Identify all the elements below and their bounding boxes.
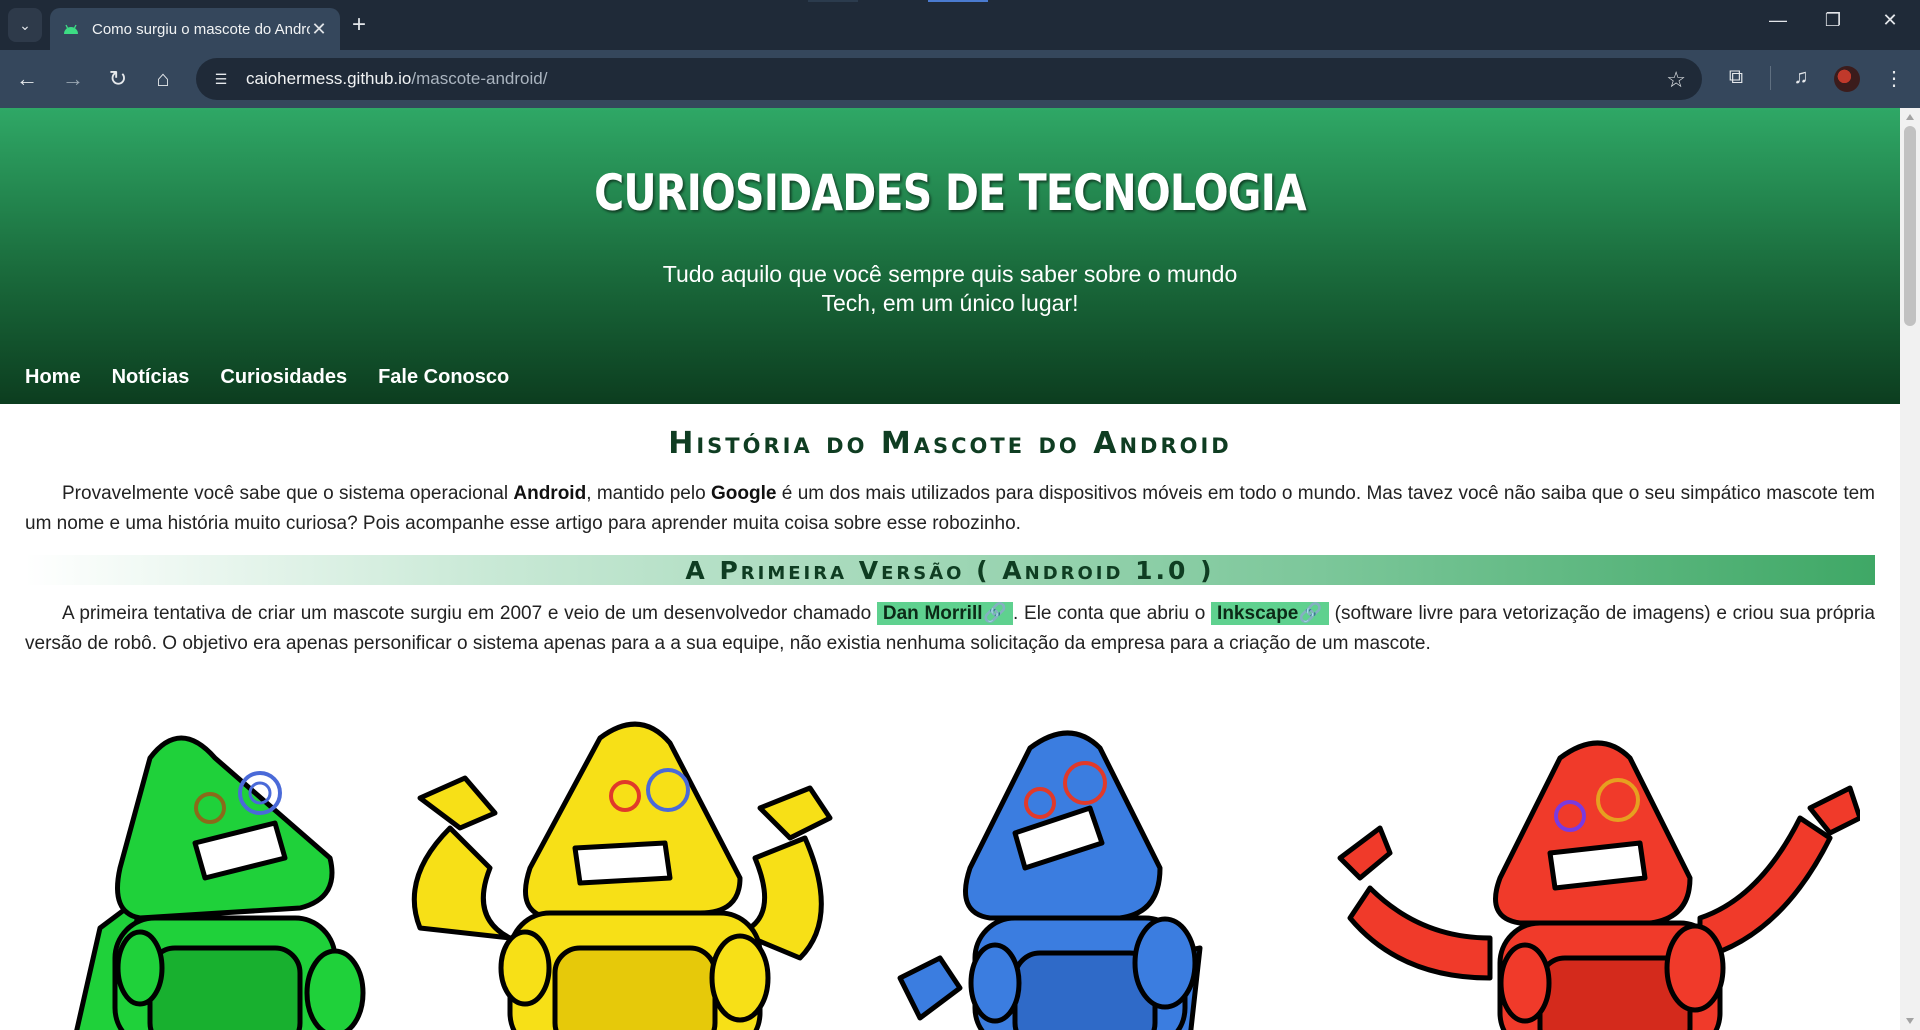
page-viewport: CURIOSIDADES DE TECNOLOGIA Tudo aquilo q… — [0, 108, 1900, 1030]
section-text: A primeira tentativa de criar um mascote… — [62, 603, 877, 624]
robots-illustration — [74, 721, 1860, 1030]
site-title: CURIOSIDADES DE TECNOLOGIA — [594, 164, 1307, 222]
minimize-window-icon[interactable]: — — [1758, 10, 1798, 31]
reload-button[interactable]: ↻ — [103, 64, 133, 94]
restore-window-icon[interactable]: ❐ — [1813, 10, 1853, 31]
tab-title: Como surgiu o mascote do Android — [92, 20, 310, 38]
address-bar[interactable]: ☰ caiohermess.github.io/mascote-android/… — [196, 58, 1702, 100]
inkscape-link[interactable]: Inkscape🔗 — [1211, 602, 1329, 625]
section-heading: A Primeira Versão ( Android 1.0 ) — [685, 555, 1215, 585]
chevron-down-icon: ⌄ — [19, 16, 31, 33]
toolbar-separator — [1770, 66, 1771, 90]
intro-bold-android: Android — [513, 483, 587, 504]
site-info-icon[interactable]: ☰ — [210, 68, 232, 90]
blue-robot — [897, 730, 1203, 1030]
browser-toolbar: ← → ↻ ⌂ ☰ caiohermess.github.io/mascote-… — [0, 50, 1920, 108]
red-robot — [1337, 740, 1860, 1030]
new-tab-button[interactable]: + — [352, 12, 366, 38]
nav-noticias[interactable]: Notícias — [112, 366, 190, 389]
intro-text: Provavelmente você sabe que o sistema op… — [62, 483, 514, 504]
scrollbar-thumb[interactable] — [1904, 126, 1916, 326]
dan-morrill-link[interactable]: Dan Morrill🔗 — [876, 602, 1014, 625]
article-heading: História do Mascote do Android — [668, 426, 1232, 461]
forward-button[interactable]: → — [58, 64, 88, 94]
article-content: História do Mascote do Android Provavelm… — [25, 404, 1875, 659]
active-tab[interactable]: Como surgiu o mascote do Android ✕ — [50, 8, 340, 50]
site-subtitle: Tudo aquilo que você sempre quis saber s… — [662, 261, 1238, 316]
tab-search-button[interactable]: ⌄ — [8, 8, 42, 42]
browser-tab-strip: ⌄ Como surgiu o mascote do Android ✕ + —… — [0, 0, 1920, 50]
intro-paragraph: Provavelmente você sabe que o sistema op… — [25, 479, 1875, 539]
main-nav: Home Notícias Curiosidades Fale Conosco — [25, 366, 509, 389]
section-heading-bar: A Primeira Versão ( Android 1.0 ) — [25, 555, 1875, 585]
site-header: CURIOSIDADES DE TECNOLOGIA Tudo aquilo q… — [0, 108, 1900, 404]
close-window-icon[interactable]: ✕ — [1870, 10, 1910, 31]
url-host: caiohermess.github.io — [246, 69, 412, 88]
scroll-down-arrow-icon[interactable] — [1906, 1018, 1914, 1024]
tab-strip-accent — [928, 0, 988, 2]
section-text: . Ele conta que abriu o — [1013, 603, 1212, 624]
page-scrollbar[interactable] — [1900, 108, 1920, 1030]
intro-bold-google: Google — [711, 483, 777, 504]
intro-text: , mantido pelo — [586, 483, 712, 504]
bookmark-star-icon[interactable]: ☆ — [1666, 67, 1686, 93]
extensions-icon[interactable]: ⧉ — [1722, 66, 1750, 89]
yellow-robot — [411, 721, 833, 1030]
url-path: /mascote-android/ — [411, 69, 548, 88]
green-robot — [74, 735, 366, 1030]
more-menu-icon[interactable]: ⋮ — [1880, 66, 1908, 91]
scroll-up-arrow-icon[interactable] — [1906, 114, 1914, 120]
media-controls-icon[interactable]: ♫ — [1787, 66, 1815, 89]
home-button[interactable]: ⌂ — [148, 64, 178, 94]
nav-curiosidades[interactable]: Curiosidades — [220, 366, 347, 389]
close-tab-icon[interactable]: ✕ — [310, 19, 328, 40]
back-button[interactable]: ← — [12, 64, 42, 94]
nav-home[interactable]: Home — [25, 366, 81, 389]
section-paragraph: A primeira tentativa de criar um mascote… — [25, 599, 1875, 659]
profile-avatar[interactable] — [1834, 66, 1860, 92]
nav-fale-conosco[interactable]: Fale Conosco — [378, 366, 509, 389]
tab-strip-accent — [808, 0, 858, 2]
android-favicon-icon — [64, 24, 78, 34]
